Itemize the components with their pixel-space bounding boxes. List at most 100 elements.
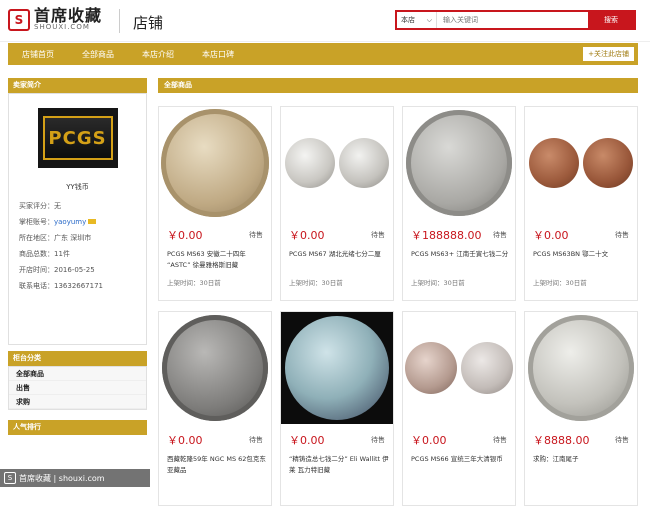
- product-card[interactable]: ￥8888.00 待售 求购：江南尾子: [524, 311, 638, 506]
- rating-value: 无: [54, 202, 61, 210]
- rating-label: 买家评分：: [19, 202, 54, 210]
- product-image[interactable]: [525, 107, 637, 219]
- chevron-down-icon: ⌵: [426, 15, 432, 24]
- shop-logo: PCGS: [37, 108, 118, 168]
- product-title[interactable]: 西藏乾隆59年 NGC MS 62包克东亚藏品: [167, 454, 267, 476]
- product-card[interactable]: ￥0.00 待售 西藏乾隆59年 NGC MS 62包克东亚藏品: [158, 311, 272, 506]
- shop-name: YY钱币: [66, 183, 89, 191]
- product-status: 待售: [493, 231, 507, 239]
- category-title: 柜台分类: [8, 351, 147, 366]
- follow-store-button[interactable]: +关注此店铺: [583, 47, 634, 61]
- nav-item-home[interactable]: 店铺首页: [8, 49, 68, 60]
- product-title[interactable]: PCGS MS66 宣统三年大清银币: [411, 454, 511, 465]
- product-title[interactable]: PCGS MS63BN 鄂二十文: [533, 249, 633, 260]
- coin-image: [529, 138, 579, 188]
- coin-image: [339, 138, 389, 188]
- ranking-panel: 人气排行: [8, 420, 147, 435]
- product-status: 待售: [493, 436, 507, 444]
- logo-domain: SHOUXI.COM: [34, 23, 90, 31]
- product-date: 上架时间：30日前: [411, 279, 465, 287]
- location-label: 所在地区：: [19, 234, 54, 242]
- product-image[interactable]: [159, 107, 271, 219]
- product-date: 上架时间：30日前: [289, 279, 343, 287]
- product-status: 待售: [615, 231, 629, 239]
- sidebar: 卖家简介 PCGS YY钱币 买家评分：无 掌柜账号：yaoyumy 所在地区：…: [8, 78, 147, 435]
- product-title[interactable]: PCGS MS63+ 江南壬寅七钱二分: [411, 249, 511, 260]
- category-list: 全部商品 出售 求购: [8, 366, 147, 410]
- nav-item-reputation[interactable]: 本店口碑: [188, 49, 248, 60]
- seller-intro-title: 卖家简介: [8, 78, 147, 93]
- phone-value: 13632667171: [54, 282, 103, 290]
- product-grid: ￥0.00 待售 PCGS MS63 安徽二十四年 “ASTC” 徐曼雅格斯旧藏…: [158, 106, 638, 506]
- product-title[interactable]: PCGS MS67 湖北光绪七分二厘: [289, 249, 389, 260]
- product-title[interactable]: “精铸造总七钱二分” Eli Wallitt 伊莱 瓦力特旧藏: [289, 454, 389, 476]
- product-status: 待售: [249, 231, 263, 239]
- product-image[interactable]: [403, 107, 515, 219]
- search-input[interactable]: [437, 12, 588, 28]
- coin-image: [285, 316, 389, 420]
- product-status: 待售: [615, 436, 629, 444]
- coin-image: [406, 110, 512, 216]
- product-price: ￥0.00: [289, 434, 325, 447]
- shop-info: 买家评分：无 掌柜账号：yaoyumy 所在地区：广东 深圳市 商品总数：11件…: [9, 192, 146, 302]
- ranking-title: 人气排行: [8, 420, 147, 435]
- seller-intro-panel: PCGS YY钱币 买家评分：无 掌柜账号：yaoyumy 所在地区：广东 深圳…: [8, 93, 147, 345]
- coin-image: [528, 315, 634, 421]
- all-products-title: 全部商品: [158, 78, 638, 93]
- watermark-logo-icon: S: [4, 472, 16, 484]
- opened-value: 2016-05-25: [54, 266, 95, 274]
- search-scope-select[interactable]: 本店 ⌵: [397, 12, 437, 28]
- product-image[interactable]: [159, 312, 271, 424]
- product-title[interactable]: PCGS MS63 安徽二十四年 “ASTC” 徐曼雅格斯旧藏: [167, 249, 267, 271]
- nav-item-store-intro[interactable]: 本店介绍: [128, 49, 188, 60]
- product-image[interactable]: [525, 312, 637, 424]
- product-card[interactable]: ￥0.00 待售 PCGS MS67 湖北光绪七分二厘 上架时间：30日前: [280, 106, 394, 301]
- product-price: ￥188888.00: [411, 229, 482, 242]
- product-card[interactable]: ￥0.00 待售 PCGS MS66 宣统三年大清银币: [402, 311, 516, 506]
- store-nav: 店铺首页 全部商品 本店介绍 本店口碑 +关注此店铺: [8, 43, 638, 65]
- product-price: ￥0.00: [289, 229, 325, 242]
- location-value: 广东 深圳市: [54, 234, 92, 242]
- product-price: ￥0.00: [167, 434, 203, 447]
- product-image[interactable]: [281, 312, 393, 424]
- total-value: 11件: [54, 250, 70, 258]
- product-image[interactable]: [403, 312, 515, 424]
- product-date: 上架时间：30日前: [167, 279, 221, 287]
- coin-image: [162, 315, 268, 421]
- category-item-sale[interactable]: 出售: [9, 381, 146, 395]
- product-price: ￥8888.00: [533, 434, 590, 447]
- site-header: S 首席收藏 SHOUXI.COM 店铺 本店 ⌵ 搜索: [0, 0, 650, 42]
- store-label: 店铺: [133, 14, 164, 32]
- shop-logo-text: PCGS: [42, 116, 113, 160]
- product-card[interactable]: ￥188888.00 待售 PCGS MS63+ 江南壬寅七钱二分 上架时间：3…: [402, 106, 516, 301]
- site-logo[interactable]: S 首席收藏 SHOUXI.COM: [8, 8, 102, 31]
- account-link[interactable]: yaoyumy: [54, 218, 86, 226]
- product-price: ￥0.00: [167, 229, 203, 242]
- search-bar: 本店 ⌵ 搜索: [395, 10, 636, 30]
- product-status: 待售: [371, 436, 385, 444]
- account-label: 掌柜账号：: [19, 218, 54, 226]
- product-price: ￥0.00: [411, 434, 447, 447]
- logo-title: 首席收藏: [34, 6, 103, 25]
- search-button[interactable]: 搜索: [588, 12, 634, 28]
- product-price: ￥0.00: [533, 229, 569, 242]
- product-card[interactable]: ￥0.00 待售 “精铸造总七钱二分” Eli Wallitt 伊莱 瓦力特旧藏: [280, 311, 394, 506]
- main-content: 全部商品 ￥0.00 待售 PCGS MS63 安徽二十四年 “ASTC” 徐曼…: [158, 78, 638, 506]
- product-image[interactable]: [281, 107, 393, 219]
- mail-icon[interactable]: [88, 219, 97, 224]
- product-title[interactable]: 求购：江南尾子: [533, 454, 633, 465]
- coin-image: [461, 342, 513, 394]
- logo-icon: S: [8, 8, 30, 31]
- watermark: S 首席收藏 | shouxi.com: [0, 469, 150, 487]
- product-card[interactable]: ￥0.00 待售 PCGS MS63BN 鄂二十文 上架时间：30日前: [524, 106, 638, 301]
- coin-image: [583, 138, 633, 188]
- nav-item-all-products[interactable]: 全部商品: [68, 49, 128, 60]
- opened-label: 开店时间：: [19, 266, 54, 274]
- product-card[interactable]: ￥0.00 待售 PCGS MS63 安徽二十四年 “ASTC” 徐曼雅格斯旧藏…: [158, 106, 272, 301]
- category-item-all[interactable]: 全部商品: [9, 367, 146, 381]
- coin-image: [405, 342, 457, 394]
- category-item-wanted[interactable]: 求购: [9, 395, 146, 409]
- header-divider: [119, 9, 120, 33]
- total-label: 商品总数：: [19, 250, 54, 258]
- phone-label: 联系电话：: [19, 282, 54, 290]
